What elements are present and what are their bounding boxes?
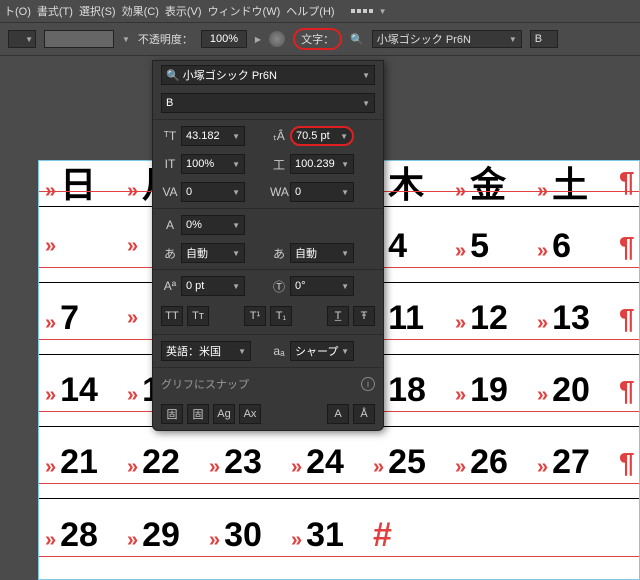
rotation-input[interactable]: 0°▼ [290, 276, 354, 296]
font-size-icon: ᵀT [161, 129, 179, 143]
underline-button[interactable]: T̲ [327, 306, 349, 326]
vscale-input[interactable]: 100%▼ [181, 154, 245, 174]
menu-item[interactable]: ヘルプ(H) [286, 3, 334, 19]
allcaps-button[interactable]: TT [161, 306, 183, 326]
leading-input[interactable]: 70.5 pt▼ [290, 126, 354, 146]
control-bar: ▼ ▼ 不透明度： 100% ▶ 文字： 🔍 小塚ゴシック Pr6N▼ B [0, 22, 640, 56]
kinsoku2-select[interactable]: 自動▼ [290, 243, 354, 263]
glyph-snap-btn[interactable]: Ag [213, 404, 235, 424]
menu-item[interactable]: 書式(T) [37, 3, 73, 19]
antialias-icon: aₐ [270, 344, 288, 358]
menu-item[interactable]: 表示(V) [165, 3, 202, 19]
aki-icon: A [161, 218, 179, 232]
calendar-row: »21 »22 »23 »24 »25 »26 »27 ¶ [39, 427, 639, 499]
font-weight-select[interactable]: B▼ [161, 93, 375, 113]
recolor-icon[interactable] [269, 31, 285, 47]
antialias-select[interactable]: シャープ▼ [290, 341, 354, 361]
subscript-button[interactable]: T₁ [270, 306, 292, 326]
font-family-select[interactable]: 小塚ゴシック Pr6N▼ [372, 30, 522, 48]
snap-to-glyph-label: グリフにスナップ [161, 376, 249, 392]
rotation-icon: Ⓣ [270, 278, 288, 295]
opacity-input[interactable]: 100% [201, 30, 247, 48]
kinsoku-icon: あ [161, 245, 179, 262]
glyph-snap-btn[interactable]: 固 [187, 404, 209, 424]
workspace-icon[interactable] [351, 9, 373, 13]
chevron-down-icon: ▼ [379, 7, 387, 16]
tracking-icon: WA [270, 185, 288, 199]
info-icon[interactable]: i [361, 377, 375, 391]
glyph-snap-btn[interactable]: Å [353, 404, 375, 424]
font-size-input[interactable]: 43.182▼ [181, 126, 245, 146]
hscale-input[interactable]: 100.239▼ [290, 154, 354, 174]
glyph-snap-btn[interactable]: Ax [239, 404, 261, 424]
language-select[interactable]: 英語：米国▼ [161, 341, 251, 361]
aki-input[interactable]: 0%▼ [181, 215, 245, 235]
text-style-buttons: TT Tᴛ T¹ T₁ T̲ Ŧ [153, 300, 383, 332]
fill-swatch[interactable] [44, 30, 114, 48]
baseline-input[interactable]: 0 pt▼ [181, 276, 245, 296]
menu-item[interactable]: 選択(S) [79, 3, 116, 19]
glyph-snap-btn[interactable]: A [327, 404, 349, 424]
leading-icon: ₜÂ [270, 129, 288, 143]
fill-dropdown[interactable]: ▼ [8, 30, 36, 48]
strikethrough-button[interactable]: Ŧ [353, 306, 375, 326]
kerning-input[interactable]: 0▼ [181, 182, 245, 202]
smallcaps-button[interactable]: Tᴛ [187, 306, 209, 326]
font-search-input[interactable]: 🔍 小塚ゴシック Pr6N▼ [161, 65, 375, 85]
search-icon: 🔍 [350, 33, 364, 46]
glyph-snap-btn[interactable]: 固 [161, 404, 183, 424]
character-label[interactable]: 文字： [293, 28, 342, 50]
menu-item[interactable]: 効果(C) [122, 3, 159, 19]
character-panel: 🔍 小塚ゴシック Pr6N▼ B▼ ᵀT 43.182▼ ₜÂ 70.5 pt▼… [152, 60, 384, 431]
menu-item[interactable]: ト(O) [4, 3, 31, 19]
hash-mark: # [373, 516, 392, 555]
pilcrow-icon: ¶ [619, 166, 635, 198]
baseline-icon: Aª [161, 279, 179, 293]
font-weight-select[interactable]: B [530, 30, 558, 48]
menubar: ト(O) 書式(T) 選択(S) 効果(C) 表示(V) ウィンドウ(W) ヘル… [0, 0, 640, 22]
chevron-right-icon: ▶ [255, 35, 261, 44]
menu-item[interactable]: ウィンドウ(W) [208, 3, 281, 19]
tracking-input[interactable]: 0▼ [290, 182, 354, 202]
hscale-icon: 工 [270, 156, 288, 173]
kinsoku2-icon: あ [270, 245, 288, 262]
chevron-down-icon: ▼ [122, 35, 130, 44]
kerning-icon: VA [161, 185, 179, 199]
calendar-row: »28 »29 »30 »31 # [39, 499, 639, 571]
opacity-label: 不透明度： [138, 31, 193, 47]
vscale-icon: IT [161, 157, 179, 171]
superscript-button[interactable]: T¹ [244, 306, 266, 326]
kinsoku-select[interactable]: 自動▼ [181, 243, 245, 263]
